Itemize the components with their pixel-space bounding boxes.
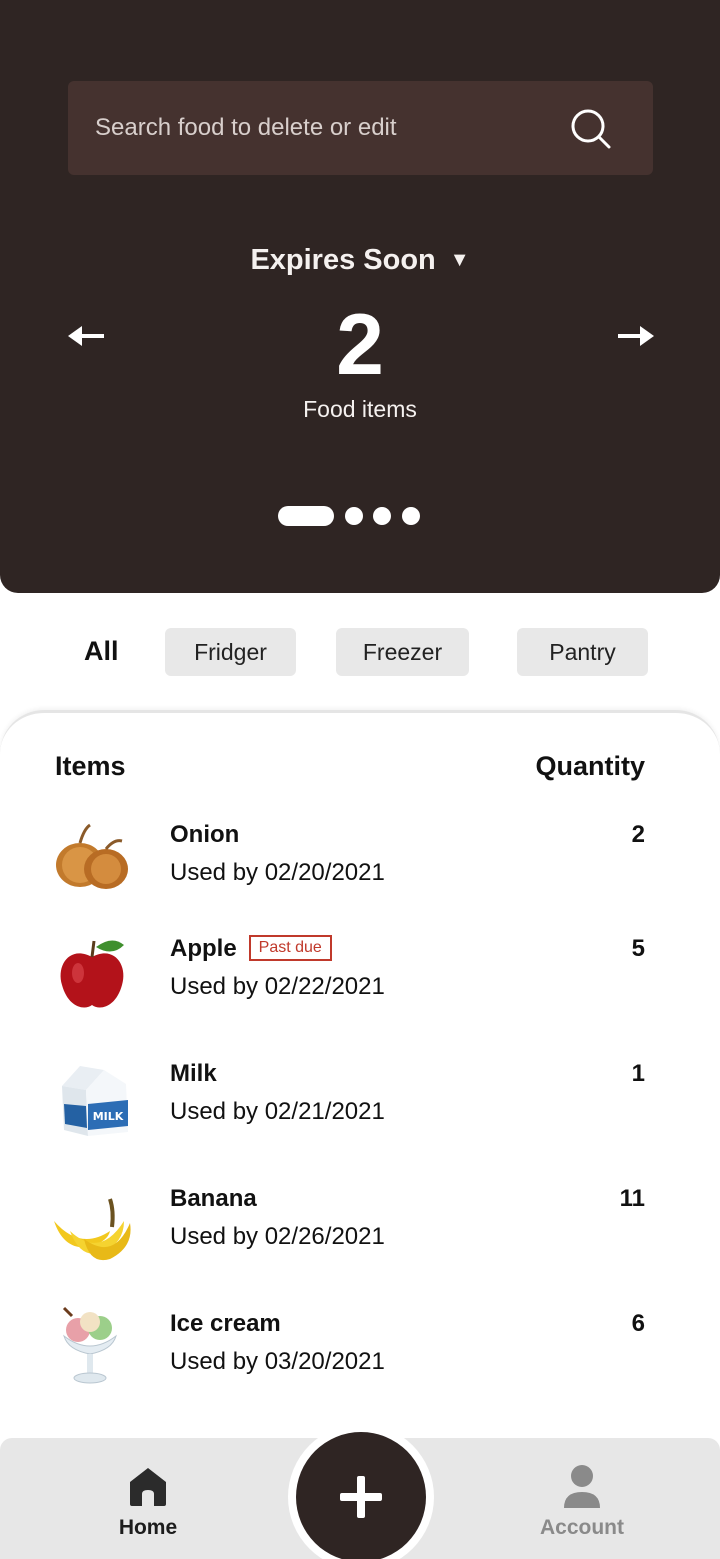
nav-account[interactable]: Account [522, 1462, 642, 1540]
search-input[interactable]: Search food to delete or edit [95, 81, 397, 175]
list-item[interactable]: MILK Milk Used by 02/21/2021 1 [0, 1056, 720, 1156]
past-due-badge: Past due [248, 935, 332, 961]
list-item[interactable]: Apple Past due Used by 02/22/2021 5 [0, 931, 720, 1031]
nav-home[interactable]: Home [88, 1462, 208, 1540]
arrow-right-icon[interactable] [616, 318, 656, 354]
filter-all[interactable]: All [84, 636, 119, 667]
item-used-by-date: Used by 02/21/2021 [170, 1098, 385, 1125]
item-used-by-date: Used by 03/20/2021 [170, 1348, 385, 1375]
carousel-dot[interactable] [373, 507, 391, 525]
item-name: Banana [170, 1185, 257, 1212]
column-header-quantity: Quantity [535, 751, 645, 781]
column-header-items: Items [55, 751, 126, 781]
item-used-by-date: Used by 02/20/2021 [170, 859, 385, 886]
item-quantity: 1 [631, 1060, 645, 1087]
list-item[interactable]: Onion Used by 02/20/2021 2 [0, 817, 720, 917]
plus-icon [340, 1476, 382, 1518]
period-selector[interactable]: Expires Soon ▼ [0, 244, 720, 277]
banana-icon [54, 1198, 131, 1261]
carousel-dot-active[interactable] [278, 506, 334, 526]
milk-icon: MILK [62, 1066, 128, 1136]
item-name: Milk [170, 1060, 217, 1087]
svg-text:MILK: MILK [93, 1110, 124, 1123]
filter-pantry[interactable]: Pantry [517, 628, 648, 676]
item-quantity: 5 [631, 935, 645, 962]
item-name: Ice cream [170, 1310, 281, 1337]
period-label: Expires Soon [250, 244, 436, 276]
search-icon[interactable] [569, 107, 613, 151]
item-name: Onion [170, 821, 240, 848]
nav-home-label: Home [118, 1516, 178, 1539]
add-food-button-inner[interactable] [296, 1432, 426, 1559]
caret-down-icon: ▼ [449, 249, 470, 271]
list-item[interactable]: Ice cream Used by 03/20/2021 6 [0, 1306, 720, 1406]
storage-filters: All Fridger Freezer Pantry [0, 628, 720, 676]
apple-icon [60, 940, 124, 1008]
item-used-by-date: Used by 02/26/2021 [170, 1223, 385, 1250]
onion-icon [56, 823, 128, 889]
item-used-by-date: Used by 02/22/2021 [170, 973, 385, 1000]
item-quantity: 6 [631, 1310, 645, 1337]
summary-header: Search food to delete or edit Expires So… [0, 0, 720, 593]
nav-account-label: Account [540, 1516, 624, 1539]
food-list-panel: Items Quantity Onion Used by 02/20/2021 … [0, 710, 720, 1470]
add-food-button[interactable] [288, 1424, 434, 1559]
ice-cream-icon [62, 1306, 117, 1384]
item-quantity: 2 [631, 821, 645, 848]
home-icon [130, 1468, 166, 1506]
filter-freezer[interactable]: Freezer [336, 628, 469, 676]
item-quantity: 11 [619, 1185, 645, 1212]
filter-fridger[interactable]: Fridger [165, 628, 296, 676]
account-icon [564, 1465, 600, 1508]
carousel-dot[interactable] [345, 507, 363, 525]
carousel-dot[interactable] [402, 507, 420, 525]
item-count: 2 [336, 297, 384, 393]
item-name: Apple Past due [170, 935, 332, 963]
list-item[interactable]: Banana Used by 02/26/2021 11 [0, 1181, 720, 1281]
search-bar[interactable]: Search food to delete or edit [68, 81, 653, 175]
item-count-label: Food items [303, 396, 417, 422]
